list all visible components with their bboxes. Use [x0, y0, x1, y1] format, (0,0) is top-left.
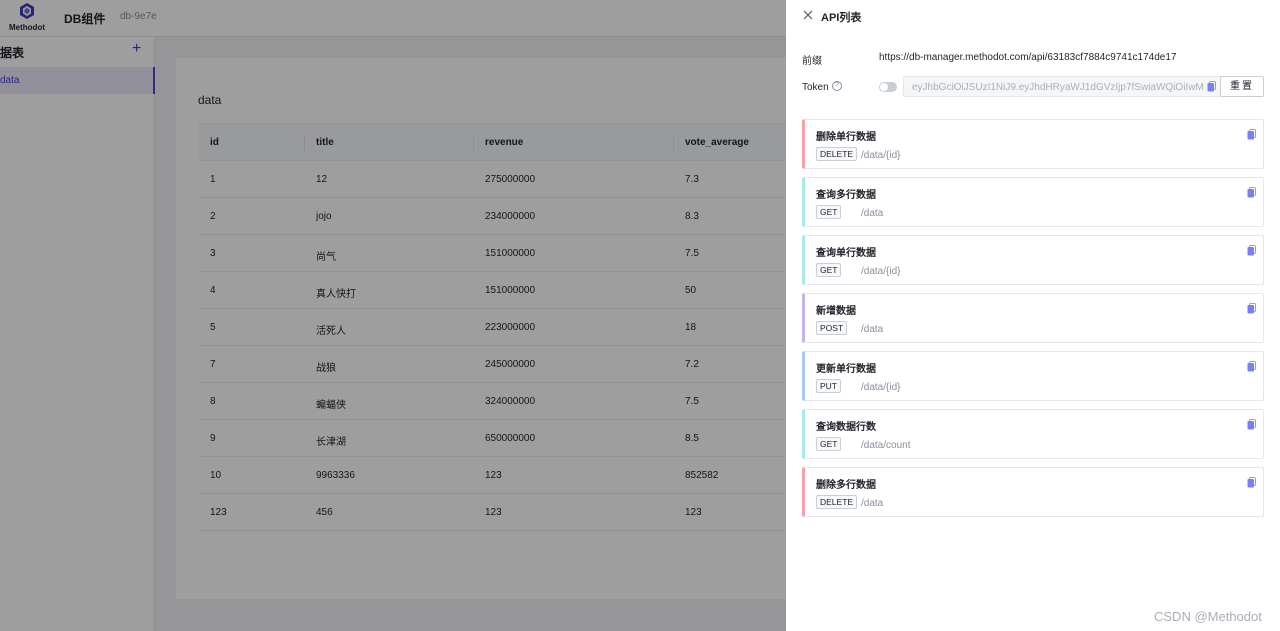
reset-token-button[interactable]: 重置: [1220, 76, 1264, 97]
api-item[interactable]: 新增数据 POST/data: [802, 293, 1264, 343]
api-item[interactable]: 删除单行数据 DELETE/data/{id}: [802, 119, 1264, 169]
api-path: /data: [861, 498, 884, 509]
api-name: 查询单行数据: [816, 248, 876, 259]
api-name: 查询数据行数: [816, 422, 876, 433]
drawer-title: API列表: [821, 12, 862, 24]
api-method-badge: DELETE: [816, 495, 858, 509]
api-name: 更新单行数据: [816, 364, 876, 375]
close-icon[interactable]: [802, 9, 814, 21]
token-toggle[interactable]: [879, 82, 897, 92]
api-method-badge: PUT: [816, 379, 841, 393]
api-path: /data/{id}: [861, 266, 901, 277]
watermark: CSDN @Methodot: [1154, 609, 1262, 624]
api-item[interactable]: 删除多行数据 DELETE/data: [802, 467, 1264, 517]
token-value: eyJhbGciOiJSUzI1NiJ9.eyJhdHRyaWJ1dGVzIjp…: [912, 82, 1204, 93]
api-path: /data: [861, 208, 884, 219]
modal-overlay[interactable]: [0, 0, 786, 631]
copy-icon[interactable]: [1247, 477, 1256, 488]
api-item[interactable]: 查询单行数据 GET/data/{id}: [802, 235, 1264, 285]
api-path: /data/{id}: [861, 150, 901, 161]
copy-icon[interactable]: [1247, 187, 1256, 198]
api-path: /data/{id}: [861, 382, 901, 393]
api-path: /data: [861, 324, 884, 335]
copy-icon[interactable]: [1207, 81, 1216, 92]
copy-icon[interactable]: [1247, 245, 1256, 256]
token-field[interactable]: eyJhbGciOiJSUzI1NiJ9.eyJhdHRyaWJ1dGVzIjp…: [903, 76, 1221, 97]
copy-icon[interactable]: [1247, 419, 1256, 430]
api-item[interactable]: 查询数据行数 GET/data/count: [802, 409, 1264, 459]
api-name: 新增数据: [816, 306, 856, 317]
token-label: Token: [802, 82, 829, 93]
copy-icon[interactable]: [1247, 361, 1256, 372]
help-icon[interactable]: ?: [832, 81, 842, 91]
api-method-badge: DELETE: [816, 147, 858, 161]
api-list-drawer: API列表 前缀 https://db-manager.methodot.com…: [786, 0, 1280, 631]
api-item[interactable]: 更新单行数据 PUT/data/{id}: [802, 351, 1264, 401]
api-method-badge: GET: [816, 437, 842, 451]
api-method-badge: POST: [816, 321, 848, 335]
api-path: /data/count: [861, 440, 911, 451]
api-name: 删除单行数据: [816, 132, 876, 143]
prefix-label: 前缀: [802, 56, 822, 67]
api-name: 查询多行数据: [816, 190, 876, 201]
copy-icon[interactable]: [1247, 303, 1256, 314]
api-method-badge: GET: [816, 263, 842, 277]
prefix-value: https://db-manager.methodot.com/api/6318…: [879, 52, 1177, 63]
api-name: 删除多行数据: [816, 480, 876, 491]
api-item[interactable]: 查询多行数据 GET/data: [802, 177, 1264, 227]
api-method-badge: GET: [816, 205, 842, 219]
copy-icon[interactable]: [1247, 129, 1256, 140]
